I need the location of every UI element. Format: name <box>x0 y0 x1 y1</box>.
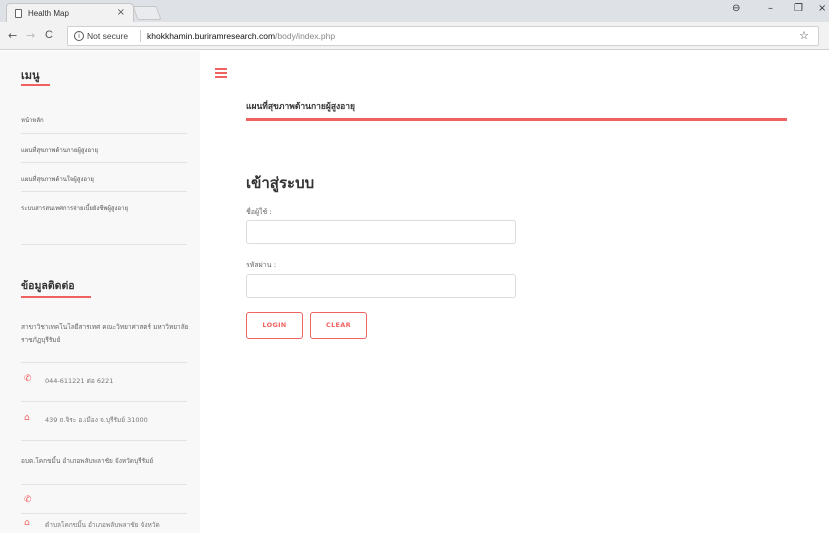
url-host: khokkhamin.buriramresearch.com <box>147 31 276 41</box>
sidebar: เมนู หน้าหลัก แผนที่สุขภาพด้านกายผู้สูงอ… <box>0 51 200 533</box>
tab-title: Health Map <box>28 9 69 18</box>
contact-divider <box>21 484 187 485</box>
back-icon[interactable]: ← <box>8 29 17 42</box>
url-path: /body/index.php <box>275 31 336 41</box>
contact-divider <box>21 440 187 441</box>
clear-button[interactable]: CLEAR <box>310 312 367 339</box>
menu-divider <box>21 133 187 134</box>
forward-icon[interactable]: → <box>26 29 35 42</box>
phone-icon: ✆ <box>24 495 32 505</box>
section-divider <box>21 244 187 245</box>
username-label: ชื่อผู้ใช้ : <box>246 208 272 216</box>
contact-heading-underline <box>21 296 91 298</box>
menu-heading: เมนู <box>21 69 40 82</box>
bookmark-star-icon[interactable]: ☆ <box>799 29 809 42</box>
sidebar-item-home[interactable]: หน้าหลัก <box>21 115 187 125</box>
sidebar-item-mental-health-map[interactable]: แผนที่สุขภาพด้านใจผู้สูงอายุ <box>21 174 187 184</box>
second-organization-text: อบต.โคกขมิ้น อำเภอพลับพลาชัย จังหวัดบุรี… <box>21 457 154 465</box>
menu-divider <box>21 191 187 192</box>
second-address-text: ตำบลโคกขมิ้น อำเภอพลับพลาชัย จังหวัด <box>45 521 160 529</box>
hamburger-menu-icon[interactable] <box>215 68 227 78</box>
browser-tab-bar: Health Map × ⊖ – ❐ × <box>0 0 829 22</box>
page-breadcrumb: แผนที่สุขภาพด้านกายผู้สูงอายุ <box>246 102 356 112</box>
organization-text: สาขาวิชาเทคโนโลยีสารเทศ คณะวิทยาศาสตร์ ม… <box>21 323 189 344</box>
address-text: 439 ถ.จิระ อ.เมือง จ.บุรีรัมย์ 31000 <box>45 416 148 424</box>
password-label: รหัสผ่าน : <box>246 261 277 269</box>
new-tab-button[interactable] <box>132 6 162 20</box>
url-text: khokkhamin.buriramresearch.com/body/inde… <box>147 31 335 41</box>
phone-row: ✆ 044-611221 ต่อ 6221 <box>21 374 191 388</box>
password-input[interactable] <box>246 274 516 298</box>
breadcrumb-underline <box>246 118 787 121</box>
profile-icon[interactable]: ⊖ <box>732 3 740 14</box>
url-omnibox[interactable]: i Not secure khokkhamin.buriramresearch.… <box>67 26 819 46</box>
second-address-row: ⌂ ตำบลโคกขมิ้น อำเภอพลับพลาชัย จังหวัด <box>21 518 191 532</box>
info-icon[interactable]: i <box>74 31 84 41</box>
menu-divider <box>21 162 187 163</box>
contact-heading: ข้อมูลติดต่อ <box>21 280 75 292</box>
contact-divider <box>21 401 187 402</box>
phone-icon: ✆ <box>24 374 32 384</box>
restore-icon[interactable]: ❐ <box>794 3 803 14</box>
home-icon: ⌂ <box>24 518 30 528</box>
reload-icon[interactable]: C <box>45 29 53 41</box>
menu-heading-underline <box>21 84 50 86</box>
address-row: ⌂ 439 ถ.จิระ อ.เมือง จ.บุรีรัมย์ 31000 <box>21 413 191 427</box>
browser-tab[interactable]: Health Map × <box>6 3 134 22</box>
address-bar-row: ← → C i Not secure khokkhamin.buriramres… <box>0 22 829 50</box>
contact-divider <box>21 362 187 363</box>
page-icon <box>15 9 22 18</box>
username-input[interactable] <box>246 220 516 244</box>
phone-text: 044-611221 ต่อ 6221 <box>45 377 114 385</box>
login-title: เข้าสู่ระบบ <box>246 174 315 192</box>
close-window-icon[interactable]: × <box>818 3 826 14</box>
omnibox-divider <box>140 30 141 42</box>
home-icon: ⌂ <box>24 413 30 423</box>
tab-close-icon[interactable]: × <box>117 7 125 18</box>
second-phone-row: ✆ <box>21 495 191 509</box>
security-label: Not secure <box>87 31 129 41</box>
login-button[interactable]: LOGIN <box>246 312 303 339</box>
minimize-icon[interactable]: – <box>768 3 773 14</box>
contact-divider <box>21 513 187 514</box>
sidebar-item-allowance-system[interactable]: ระบบสารสนเทศการจ่ายเบี้ยยังชีพผู้สูงอายุ <box>21 203 187 213</box>
sidebar-item-physical-health-map[interactable]: แผนที่สุขภาพด้านกายผู้สูงอายุ <box>21 145 187 155</box>
